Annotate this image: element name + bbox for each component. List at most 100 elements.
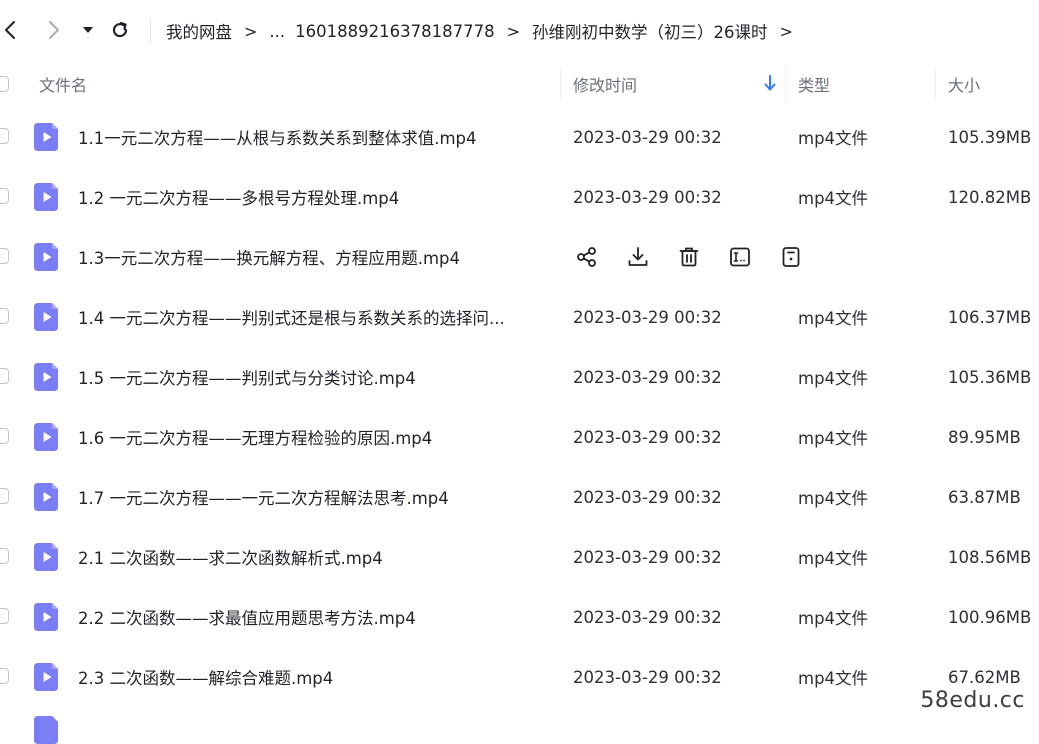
- file-type: mp4文件: [798, 129, 869, 148]
- table-row[interactable]: 2.1 二次函数——求二次函数解析式.mp4 2023-03-29 00:32 mp…: [0, 527, 1039, 587]
- table-row[interactable]: 1.6 一元二次方程——无理方程检验的原因.mp4 2023-03-29 00:3…: [0, 407, 1039, 467]
- column-header-size[interactable]: 大小: [948, 62, 980, 106]
- file-type: mp4文件: [798, 669, 869, 688]
- file-size: 89.95MB: [948, 427, 1021, 447]
- file-video-icon: [34, 716, 58, 744]
- file-modified-time: 2023-03-29 00:32: [573, 427, 722, 447]
- file-size: 106.37MB: [948, 307, 1032, 327]
- row-checkbox[interactable]: [0, 308, 9, 324]
- row-checkbox[interactable]: [0, 548, 9, 564]
- row-checkbox[interactable]: [0, 668, 9, 684]
- file-video-icon: [34, 543, 60, 571]
- file-video-icon: [34, 243, 60, 271]
- breadcrumb-root[interactable]: 我的网盘: [166, 19, 232, 43]
- breadcrumb-separator: >: [244, 21, 258, 41]
- file-size: 63.87MB: [948, 487, 1021, 507]
- file-type: mp4文件: [798, 369, 869, 388]
- breadcrumb-ellipsis[interactable]: ...: [269, 22, 285, 41]
- refresh-button[interactable]: [108, 16, 132, 44]
- file-name[interactable]: 2.1 二次函数——求二次函数解析式.mp4: [78, 527, 546, 587]
- file-name[interactable]: 2.3 二次函数——解综合难题.mp4: [78, 647, 546, 707]
- file-type: mp4文件: [798, 309, 869, 328]
- row-checkbox[interactable]: [0, 488, 9, 504]
- column-divider[interactable]: [560, 66, 561, 102]
- file-video-icon: [34, 183, 60, 211]
- file-name[interactable]: 1.6 一元二次方程——无理方程检验的原因.mp4: [78, 407, 546, 467]
- refresh-icon: [112, 21, 128, 38]
- file-size: 105.39MB: [948, 127, 1032, 147]
- breadcrumb-current-folder[interactable]: 孙维刚初中数学（初三）26课时: [532, 19, 768, 43]
- file-video-icon: [34, 483, 60, 511]
- file-modified-time: 2023-03-29 00:32: [573, 667, 722, 687]
- breadcrumb-separator: >: [779, 21, 793, 41]
- file-video-icon: [34, 603, 60, 631]
- history-dropdown-button[interactable]: [80, 16, 96, 44]
- file-type: mp4文件: [798, 609, 869, 628]
- table-row[interactable]: 1.3一元二次方程——换元解方程、方程应用题.mp4: [0, 227, 1039, 287]
- file-name[interactable]: 1.2 一元二次方程——多根号方程处理.mp4: [78, 167, 546, 227]
- column-divider[interactable]: [935, 66, 936, 102]
- file-modified-time: 2023-03-29 00:32: [573, 547, 722, 567]
- table-row[interactable]: 1.7 一元二次方程——一元二次方程解法思考.mp4 2023-03-29 00:…: [0, 467, 1039, 527]
- file-modified-time: 2023-03-29 00:32: [573, 487, 722, 507]
- column-header-modified[interactable]: 修改时间: [573, 62, 637, 106]
- file-size: 120.82MB: [948, 187, 1032, 207]
- file-modified-time: 2023-03-29 00:32: [573, 127, 722, 147]
- file-name[interactable]: 1.4 一元二次方程——判别式还是根与系数关系的选择问...: [78, 287, 546, 347]
- table-row[interactable]: 1.4 一元二次方程——判别式还是根与系数关系的选择问... 2023-03-29…: [0, 287, 1039, 347]
- column-header-type[interactable]: 类型: [798, 62, 830, 106]
- delete-icon[interactable]: [676, 244, 702, 270]
- table-row[interactable]: 2.3 二次函数——解综合难题.mp4 2023-03-29 00:32 mp4文件…: [0, 647, 1039, 707]
- file-type: mp4文件: [798, 189, 869, 208]
- download-icon[interactable]: [625, 244, 651, 270]
- table-row[interactable]: 1.1一元二次方程——从根与系数关系到整体求值.mp4 2023-03-29 00…: [0, 107, 1039, 167]
- row-checkbox[interactable]: [0, 428, 9, 444]
- more-icon[interactable]: [778, 244, 804, 270]
- file-size: 108.56MB: [948, 547, 1032, 567]
- select-all-checkbox[interactable]: [0, 76, 9, 92]
- file-name[interactable]: 1.7 一元二次方程——一元二次方程解法思考.mp4: [78, 467, 546, 527]
- column-divider[interactable]: [785, 66, 786, 102]
- row-checkbox[interactable]: [0, 248, 9, 264]
- column-header-name[interactable]: 文件名: [39, 62, 87, 106]
- file-type: mp4文件: [798, 489, 869, 508]
- row-actions: [574, 244, 829, 270]
- toolbar-divider: [150, 18, 151, 44]
- file-name[interactable]: 1.3一元二次方程——换元解方程、方程应用题.mp4: [78, 227, 546, 287]
- file-video-icon: [34, 663, 60, 691]
- chevron-right-icon: [49, 21, 59, 39]
- file-type: mp4文件: [798, 429, 869, 448]
- row-checkbox[interactable]: [0, 368, 9, 384]
- breadcrumb-folder-id[interactable]: 1601889216378187778: [295, 22, 494, 41]
- arrow-down-icon[interactable]: [763, 74, 777, 92]
- table-header: 文件名 修改时间 类型 大小: [0, 62, 1039, 106]
- file-type: mp4文件: [798, 549, 869, 568]
- file-video-icon: [34, 303, 60, 331]
- table-row[interactable]: 2.2 二次函数——求最值应用题思考方法.mp4 2023-03-29 00:32…: [0, 587, 1039, 647]
- file-modified-time: 2023-03-29 00:32: [573, 307, 722, 327]
- row-checkbox[interactable]: [0, 128, 9, 144]
- file-video-icon: [34, 123, 60, 151]
- breadcrumb: 我的网盘 > ... 1601889216378187778 > 孙维刚初中数学…: [166, 18, 805, 44]
- back-button[interactable]: [0, 16, 20, 44]
- rename-icon[interactable]: [727, 244, 753, 270]
- toolbar: 我的网盘 > ... 1601889216378187778 > 孙维刚初中数学…: [0, 0, 1039, 62]
- table-row[interactable]: 1.5 一元二次方程——判别式与分类讨论.mp4 2023-03-29 00:32…: [0, 347, 1039, 407]
- file-size: 105.36MB: [948, 367, 1032, 387]
- chevron-left-icon: [5, 21, 15, 39]
- file-modified-time: 2023-03-29 00:32: [573, 367, 722, 387]
- table-row[interactable]: 1.2 一元二次方程——多根号方程处理.mp4 2023-03-29 00:32 m…: [0, 167, 1039, 227]
- file-name[interactable]: 2.2 二次函数——求最值应用题思考方法.mp4: [78, 587, 546, 647]
- forward-button[interactable]: [44, 16, 64, 44]
- breadcrumb-separator: >: [506, 21, 521, 41]
- share-icon[interactable]: [574, 244, 600, 270]
- file-modified-time: 2023-03-29 00:32: [573, 187, 722, 207]
- row-checkbox[interactable]: [0, 608, 9, 624]
- file-name[interactable]: 1.1一元二次方程——从根与系数关系到整体求值.mp4: [78, 107, 546, 167]
- file-video-icon: [34, 423, 60, 451]
- file-video-icon: [34, 363, 60, 391]
- file-name[interactable]: 1.5 一元二次方程——判别式与分类讨论.mp4: [78, 347, 546, 407]
- row-checkbox[interactable]: [0, 188, 9, 204]
- file-size: 100.96MB: [948, 607, 1032, 627]
- watermark-text: 58edu.cc: [920, 688, 1025, 713]
